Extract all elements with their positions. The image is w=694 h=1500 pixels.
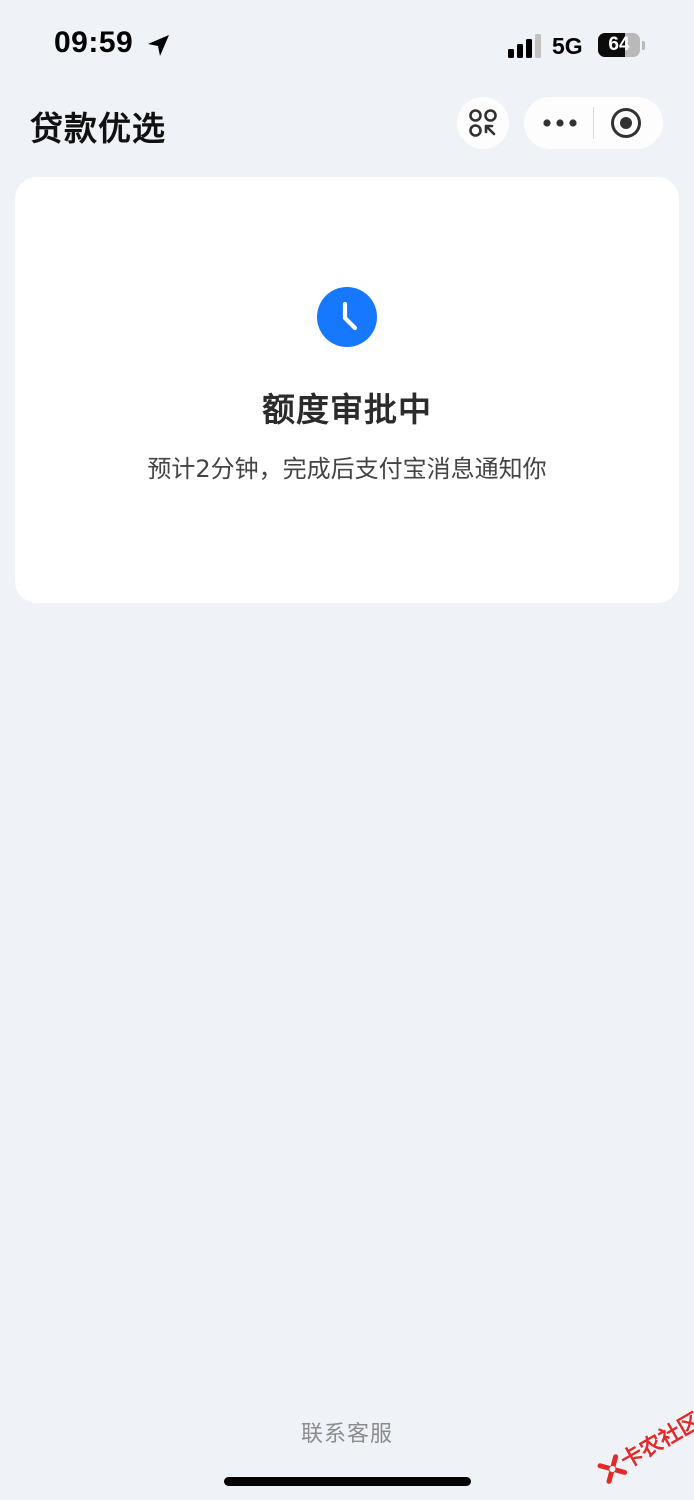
approval-subtitle: 预计2分钟，完成后支付宝消息通知你: [147, 455, 547, 483]
home-indicator[interactable]: [224, 1477, 471, 1486]
clock-icon: [317, 287, 377, 347]
signal-icon: [508, 34, 541, 58]
scan-icon: [469, 109, 497, 137]
close-button[interactable]: [594, 97, 663, 149]
location-arrow-icon: [148, 35, 169, 56]
close-target-icon: [611, 108, 641, 138]
status-time: 09:59: [54, 26, 134, 59]
watermark: 卡农社区: [579, 1390, 694, 1500]
battery-level-text: 64: [608, 34, 630, 55]
network-label: 5G: [552, 33, 583, 59]
watermark-text: 卡农社区: [616, 1408, 694, 1475]
approval-status-card: 额度审批中 预计2分钟，完成后支付宝消息通知你: [15, 177, 679, 603]
battery-icon: 64: [598, 33, 646, 59]
status-bar: 09:59 5G 64: [0, 0, 694, 92]
more-icon: [543, 119, 577, 127]
approval-title: 额度审批中: [262, 390, 432, 429]
scan-button[interactable]: [457, 97, 509, 149]
page-title: 贷款优选: [30, 109, 166, 148]
mini-program-capsule: [524, 97, 663, 149]
more-button[interactable]: [524, 97, 593, 149]
